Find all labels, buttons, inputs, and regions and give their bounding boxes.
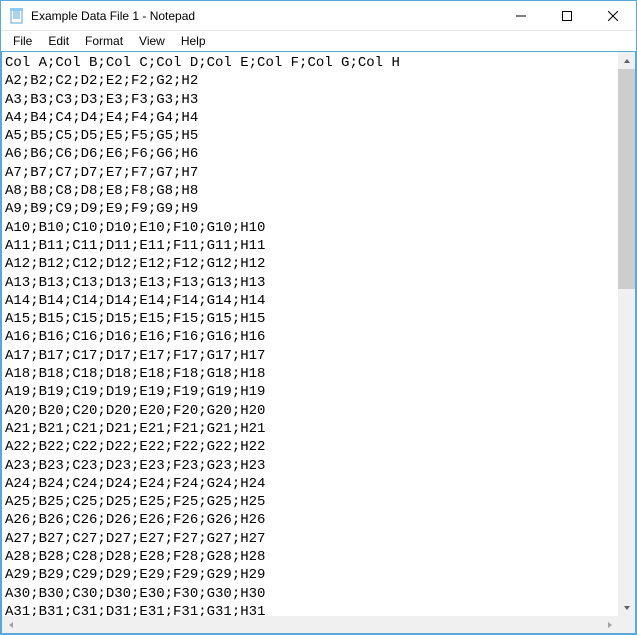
menu-edit[interactable]: Edit [40, 33, 77, 49]
close-button[interactable] [590, 1, 636, 30]
scroll-right-arrow-icon[interactable] [601, 616, 618, 633]
vertical-scrollbar[interactable] [618, 52, 635, 616]
maximize-button[interactable] [544, 1, 590, 30]
menu-view[interactable]: View [131, 33, 173, 49]
scroll-left-arrow-icon[interactable] [2, 616, 19, 633]
vertical-scroll-thumb[interactable] [618, 69, 635, 289]
notepad-icon [9, 8, 25, 24]
menubar: File Edit Format View Help [1, 31, 636, 51]
menu-file[interactable]: File [5, 33, 40, 49]
titlebar[interactable]: Example Data File 1 - Notepad [1, 1, 636, 31]
scroll-down-arrow-icon[interactable] [618, 599, 635, 616]
window-controls [498, 1, 636, 30]
menu-help[interactable]: Help [173, 33, 214, 49]
window-title: Example Data File 1 - Notepad [31, 9, 498, 23]
text-content[interactable]: Col A;Col B;Col C;Col D;Col E;Col F;Col … [2, 52, 635, 623]
scroll-up-arrow-icon[interactable] [618, 52, 635, 69]
menu-format[interactable]: Format [77, 33, 131, 49]
editor-frame: Col A;Col B;Col C;Col D;Col E;Col F;Col … [1, 51, 636, 634]
scroll-corner [618, 616, 635, 633]
horizontal-scrollbar[interactable] [2, 616, 618, 633]
notepad-window: Example Data File 1 - Notepad File Edit … [0, 0, 637, 635]
text-area[interactable]: Col A;Col B;Col C;Col D;Col E;Col F;Col … [2, 52, 635, 633]
minimize-button[interactable] [498, 1, 544, 30]
